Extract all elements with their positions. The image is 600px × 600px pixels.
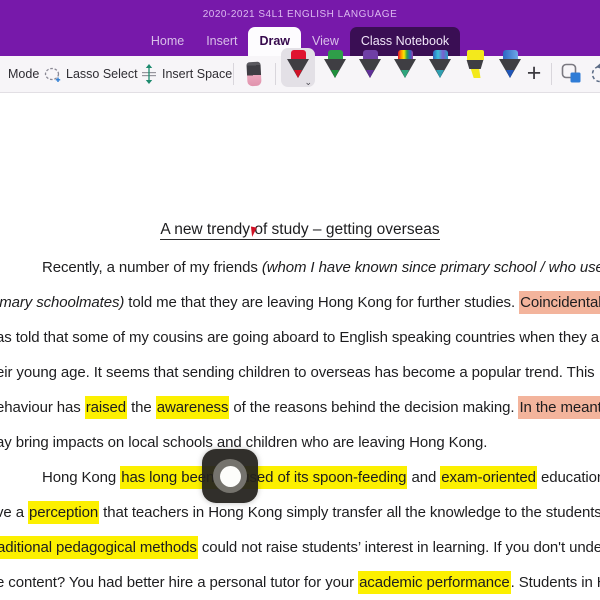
text-line-7: Hong Kong has long been accused of its s…: [42, 466, 600, 489]
pen-tray: ⌄: [281, 48, 528, 87]
toolbar-divider: [551, 63, 552, 85]
text-line-9: aditional pedagogical methods could not …: [0, 536, 600, 559]
highlighted-text: Coincidentally,: [519, 291, 600, 314]
pen-galaxy[interactable]: [423, 50, 458, 82]
body-text: as told that some of my cousins are goin…: [0, 329, 600, 346]
text-line-5: ehaviour has raised the awareness of the…: [0, 396, 600, 419]
page-title: A new trendy of study – getting overseas: [160, 221, 440, 240]
pen-rainbow[interactable]: [388, 50, 423, 82]
pen-green[interactable]: [318, 50, 353, 82]
insert-space-icon[interactable]: [140, 64, 158, 84]
text-line-4: eir young age. It seems that sending chi…: [0, 362, 595, 384]
highlighter-yellow-glyph: [463, 50, 489, 82]
text-line-3: as told that some of my cousins are goin…: [0, 327, 600, 349]
eraser-icon[interactable]: [246, 61, 262, 87]
body-text: Recently, a number of my friends: [42, 259, 262, 276]
body-text: told me that they are leaving Hong Kong …: [124, 294, 520, 311]
text-line-1: Recently, a number of my friends (whom I…: [42, 257, 600, 279]
highlighted-text: In the meantime,: [518, 396, 600, 419]
tab-home[interactable]: Home: [140, 27, 195, 56]
body-text: could not raise students’ interest in le…: [197, 539, 600, 556]
lasso-icon[interactable]: [44, 67, 63, 83]
body-text: ve a: [0, 504, 24, 521]
chevron-down-icon[interactable]: ⌄: [304, 77, 312, 88]
body-text: Hong Kong: [42, 469, 121, 486]
body-text: e content? You had better hire a persona…: [0, 574, 359, 591]
ink-replay-icon[interactable]: [589, 63, 600, 85]
highlighted-text: exam-oriented: [440, 466, 537, 489]
text-line-2: imary schoolmates) told me that they are…: [0, 291, 600, 314]
highlighted-text: aditional pedagogical methods: [0, 536, 198, 559]
body-text: of the reasons behind the decision makin…: [229, 399, 519, 416]
pen-red[interactable]: ⌄: [281, 48, 315, 87]
body-text: ehaviour has: [0, 399, 85, 416]
body-text: . Students in Ho: [510, 574, 600, 591]
tab-insert[interactable]: Insert: [195, 27, 248, 56]
pen-green-glyph: [323, 50, 349, 82]
add-pen-icon[interactable]: +: [520, 58, 548, 90]
ink-to-shape-icon[interactable]: [561, 63, 583, 85]
highlighted-text: has long been accused of its spoon-feedi…: [120, 466, 408, 489]
highlighted-text: raised: [84, 396, 128, 419]
draw-toolbar: Mode Lasso Select Insert Space ⌄ +: [0, 48, 600, 93]
touch-cursor-dot: [219, 465, 241, 487]
body-text: that teachers in Hong Kong simply transf…: [99, 504, 600, 521]
pen-rainbow-glyph: [393, 50, 419, 82]
toolbar-divider: [233, 63, 234, 85]
body-text: education. Parent: [540, 469, 600, 486]
pen-purple[interactable]: [353, 50, 388, 82]
highlighted-text: academic performance: [358, 571, 511, 594]
highlighter-yellow[interactable]: [458, 50, 493, 82]
body-text: imary schoolmates): [0, 294, 125, 311]
page-canvas[interactable]: A new trendy of study – getting overseas…: [0, 93, 600, 600]
pen-galaxy-glyph: [428, 50, 454, 82]
notebook-title: 2020-2021 S4L1 ENGLISH LANGUAGE: [202, 9, 398, 20]
pen-purple-glyph: [358, 50, 384, 82]
lasso-select-button[interactable]: Lasso Select: [66, 67, 138, 81]
body-text: eir young age. It seems that sending chi…: [0, 364, 595, 381]
insert-space-button[interactable]: Insert Space: [162, 67, 232, 81]
highlighted-text: awareness: [155, 396, 230, 419]
text-line-10: e content? You had better hire a persona…: [0, 571, 600, 594]
touch-cursor-ring: [213, 459, 247, 493]
highlighted-text: perception: [28, 501, 100, 524]
mode-button[interactable]: Mode: [8, 67, 39, 81]
body-text: the: [127, 399, 156, 416]
body-text: and: [407, 469, 441, 486]
text-line-8: ve a perception that teachers in Hong Ko…: [0, 501, 600, 524]
body-text: (whom I have known since primary school …: [261, 259, 600, 276]
toolbar-divider: [275, 63, 276, 85]
touch-cursor: [202, 449, 258, 503]
